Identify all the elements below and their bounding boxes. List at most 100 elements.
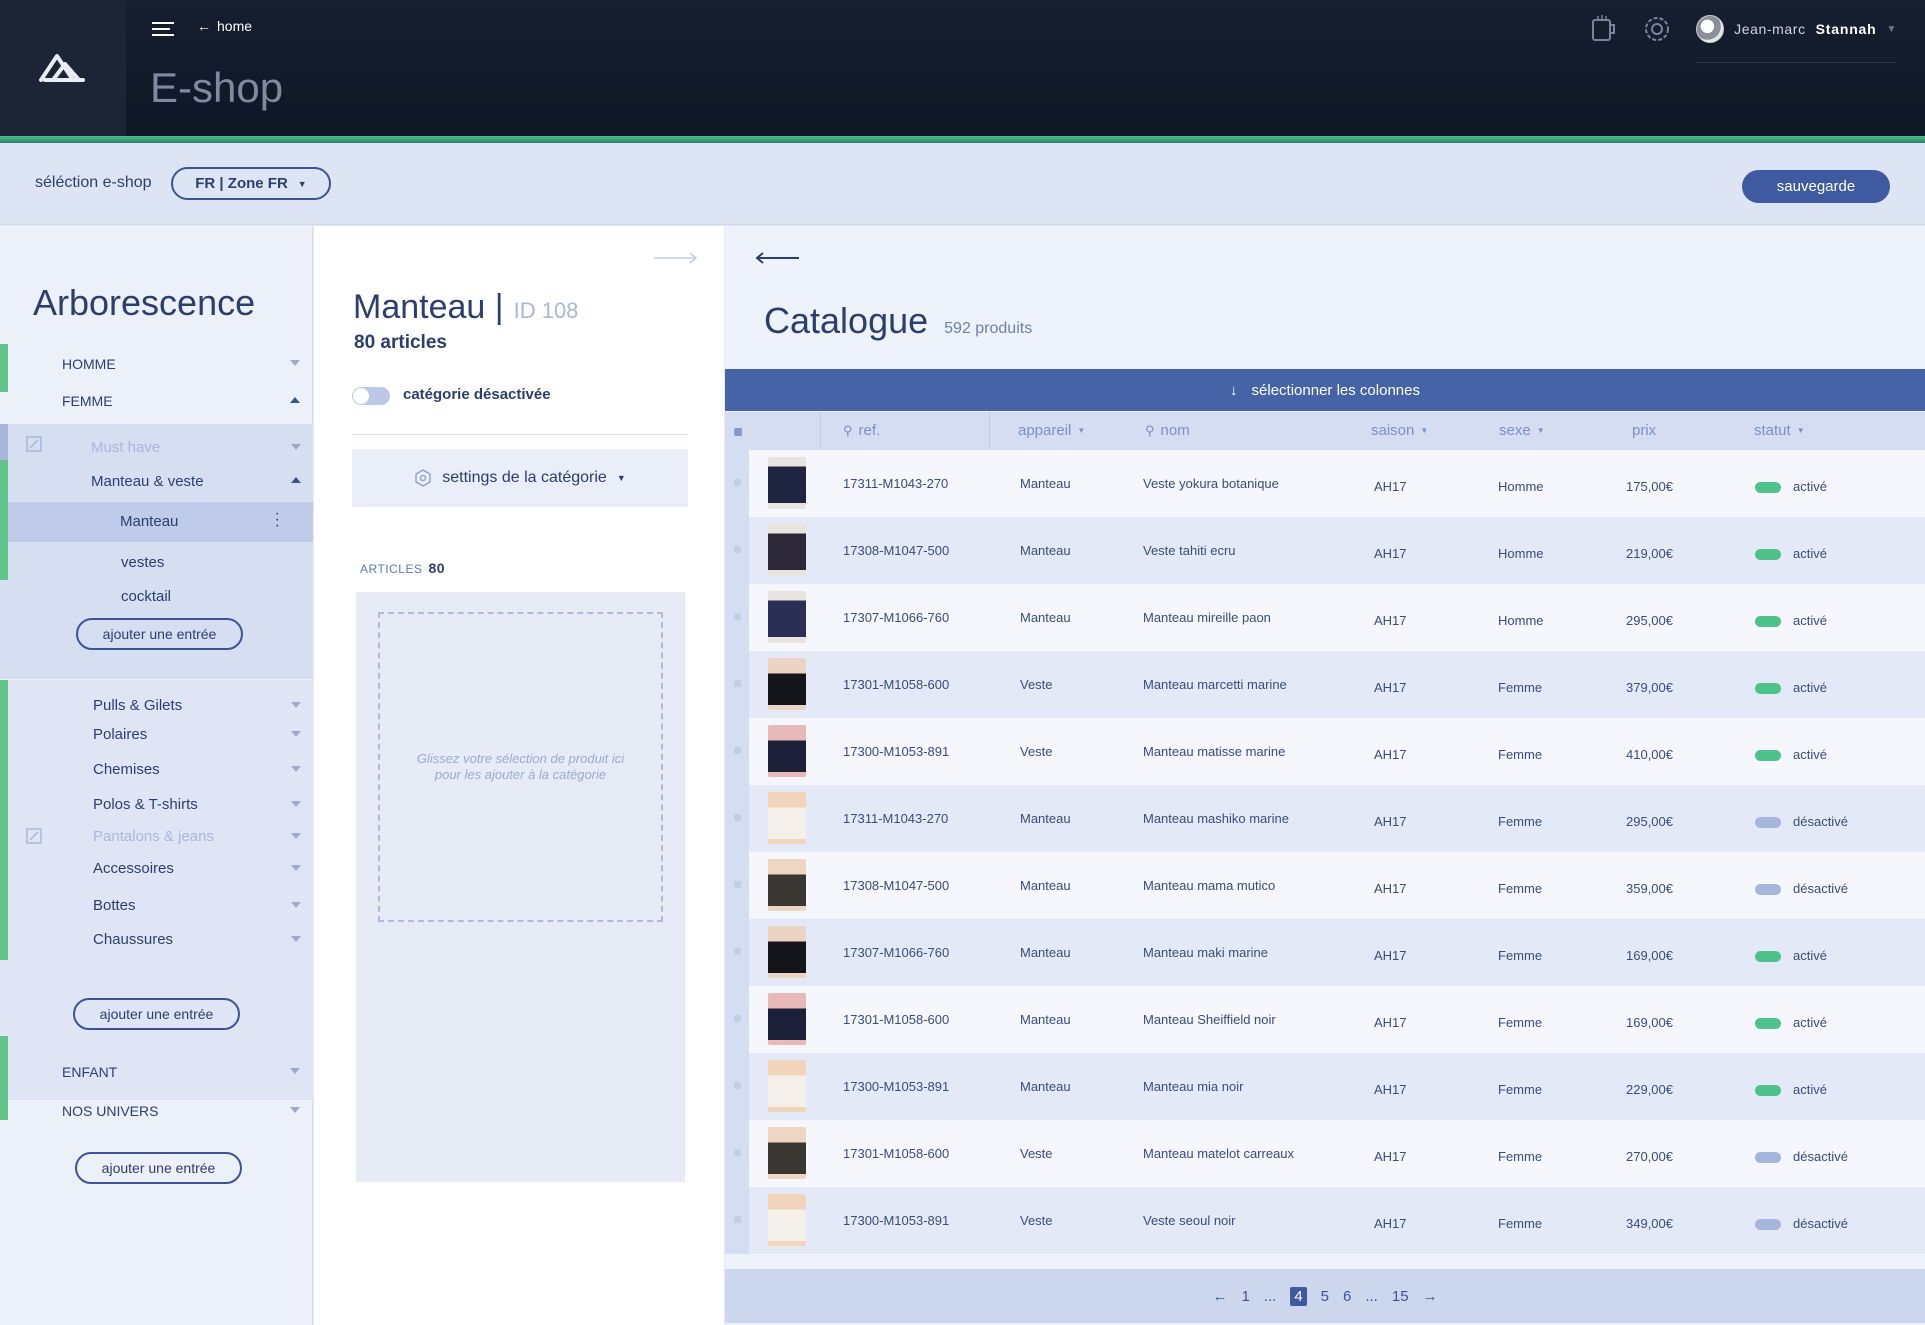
edit-icon[interactable] bbox=[26, 828, 42, 844]
table-row[interactable]: 17301-M1058-600 Veste Manteau marcetti m… bbox=[725, 651, 1925, 718]
column-saison[interactable]: saison ▼ bbox=[1371, 422, 1428, 439]
tree-item-must-have[interactable]: Must have bbox=[91, 439, 160, 456]
row-checkbox[interactable] bbox=[734, 680, 741, 687]
tree-item-vestes[interactable]: vestes bbox=[121, 554, 164, 571]
save-button[interactable]: sauvegarde bbox=[1742, 170, 1890, 203]
chevron-down-icon[interactable] bbox=[290, 1068, 300, 1074]
tree-item-polos[interactable]: Polos & T-shirts bbox=[93, 796, 198, 813]
tree-item-bottes[interactable]: Bottes bbox=[93, 897, 136, 914]
column-ref[interactable]: ⚲ ref. bbox=[843, 422, 880, 439]
cell-statut[interactable]: activé bbox=[1755, 546, 1827, 561]
status-toggle[interactable] bbox=[1755, 1018, 1781, 1030]
tree-item-pulls[interactable]: Pulls & Gilets bbox=[93, 697, 182, 714]
row-checkbox[interactable] bbox=[734, 546, 741, 553]
table-row[interactable]: 17311-M1043-270 Manteau Veste yokura bot… bbox=[725, 450, 1925, 517]
page-link[interactable]: 5 bbox=[1321, 1288, 1329, 1305]
tree-item-homme[interactable]: HOMME bbox=[62, 356, 116, 372]
more-vertical-icon[interactable]: · · · bbox=[275, 506, 280, 534]
menu-icon[interactable] bbox=[152, 21, 174, 37]
row-checkbox[interactable] bbox=[734, 747, 741, 754]
select-columns-button[interactable]: ↓ sélectionner les colonnes bbox=[725, 369, 1925, 411]
status-toggle[interactable] bbox=[1755, 482, 1781, 494]
tree-item-accessoires[interactable]: Accessoires bbox=[93, 860, 174, 877]
status-toggle[interactable] bbox=[1755, 1219, 1781, 1231]
status-toggle[interactable] bbox=[1755, 549, 1781, 561]
shop-select[interactable]: FR | Zone FR ▼ bbox=[171, 167, 331, 200]
table-row[interactable]: 17300-M1053-891 Veste Manteau matisse ma… bbox=[725, 718, 1925, 785]
chevron-up-icon[interactable] bbox=[290, 397, 300, 403]
arrow-left-icon[interactable] bbox=[755, 252, 799, 264]
cell-statut[interactable]: désactivé bbox=[1755, 1216, 1848, 1231]
status-toggle[interactable] bbox=[1755, 683, 1781, 695]
tree-item-chaussures[interactable]: Chaussures bbox=[93, 931, 173, 948]
column-sexe[interactable]: sexe ▼ bbox=[1499, 422, 1545, 439]
column-prix[interactable]: prix bbox=[1632, 422, 1656, 439]
chevron-down-icon[interactable] bbox=[291, 865, 301, 871]
table-row[interactable]: 17301-M1058-600 Veste Manteau matelot ca… bbox=[725, 1120, 1925, 1187]
status-toggle[interactable] bbox=[1755, 1152, 1781, 1164]
status-toggle[interactable] bbox=[1755, 616, 1781, 628]
product-drop-zone[interactable]: Glissez votre sélection de produit ici p… bbox=[378, 612, 663, 922]
chevron-down-icon[interactable] bbox=[290, 360, 300, 366]
status-toggle[interactable] bbox=[1755, 884, 1781, 896]
cell-statut[interactable]: activé bbox=[1755, 747, 1827, 762]
page-current[interactable]: 4 bbox=[1290, 1286, 1307, 1306]
chevron-up-icon[interactable] bbox=[291, 477, 301, 483]
chevron-down-icon[interactable] bbox=[291, 702, 301, 708]
chevron-down-icon[interactable] bbox=[291, 801, 301, 807]
tree-item-polaires[interactable]: Polaires bbox=[93, 726, 147, 743]
tree-item-manteau-veste[interactable]: Manteau & veste bbox=[91, 473, 204, 490]
status-toggle[interactable] bbox=[1755, 1085, 1781, 1097]
cell-statut[interactable]: désactivé bbox=[1755, 1149, 1848, 1164]
table-row[interactable]: 17308-M1047-500 Manteau Manteau mama mut… bbox=[725, 852, 1925, 919]
row-checkbox[interactable] bbox=[734, 814, 741, 821]
row-checkbox[interactable] bbox=[734, 1015, 741, 1022]
cell-statut[interactable]: activé bbox=[1755, 948, 1827, 963]
user-menu[interactable]: Jean-marc Stannah ▼ bbox=[1696, 15, 1897, 43]
brand-logo[interactable] bbox=[0, 0, 126, 136]
column-nom[interactable]: ⚲ nom bbox=[1145, 422, 1190, 439]
row-checkbox[interactable] bbox=[734, 613, 741, 620]
table-row[interactable]: 17308-M1047-500 Manteau Veste tahiti ecr… bbox=[725, 517, 1925, 584]
page-link[interactable]: 6 bbox=[1343, 1288, 1351, 1305]
tree-item-nos-univers[interactable]: NOS UNIVERS bbox=[62, 1103, 158, 1119]
prev-page-icon[interactable]: ← bbox=[1212, 1288, 1227, 1305]
column-appareil[interactable]: appareil ▼ bbox=[1018, 422, 1085, 439]
row-checkbox[interactable] bbox=[734, 1216, 741, 1223]
cell-statut[interactable]: activé bbox=[1755, 1082, 1827, 1097]
add-entry-button[interactable]: ajouter une entrée bbox=[75, 1152, 242, 1184]
category-toggle[interactable] bbox=[352, 387, 390, 405]
chevron-down-icon[interactable] bbox=[291, 902, 301, 908]
tree-item-cocktail[interactable]: cocktail bbox=[121, 588, 171, 605]
table-row[interactable]: 17307-M1066-760 Manteau Manteau maki mar… bbox=[725, 919, 1925, 986]
table-row[interactable]: 17311-M1043-270 Manteau Manteau mashiko … bbox=[725, 785, 1925, 852]
edit-icon[interactable] bbox=[26, 436, 42, 452]
table-row[interactable]: 17307-M1066-760 Manteau Manteau mireille… bbox=[725, 584, 1925, 651]
next-page-icon[interactable]: → bbox=[1423, 1288, 1438, 1305]
tree-item-pantalons[interactable]: Pantalons & jeans bbox=[93, 828, 214, 845]
settings-gear-icon[interactable] bbox=[1642, 14, 1672, 44]
status-toggle[interactable] bbox=[1755, 951, 1781, 963]
row-checkbox[interactable] bbox=[734, 479, 741, 486]
tree-item-manteau[interactable]: Manteau · · · bbox=[8, 502, 313, 542]
row-checkbox[interactable] bbox=[734, 1149, 741, 1156]
coffee-cup-icon[interactable] bbox=[1590, 14, 1618, 44]
cell-statut[interactable]: activé bbox=[1755, 680, 1827, 695]
cell-statut[interactable]: activé bbox=[1755, 1015, 1827, 1030]
cell-statut[interactable]: désactivé bbox=[1755, 814, 1848, 829]
cell-statut[interactable]: désactivé bbox=[1755, 881, 1848, 896]
add-entry-button[interactable]: ajouter une entrée bbox=[76, 618, 243, 650]
row-checkbox[interactable] bbox=[734, 1082, 741, 1089]
cell-statut[interactable]: activé bbox=[1755, 613, 1827, 628]
tree-item-chemises[interactable]: Chemises bbox=[93, 761, 160, 778]
chevron-down-icon[interactable] bbox=[291, 936, 301, 942]
row-checkbox[interactable] bbox=[734, 881, 741, 888]
tree-item-enfant[interactable]: ENFANT bbox=[62, 1064, 117, 1080]
home-link[interactable]: ← home bbox=[197, 18, 252, 34]
add-entry-button[interactable]: ajouter une entrée bbox=[73, 998, 240, 1030]
category-settings-button[interactable]: settings de la catégorie ▼ bbox=[352, 449, 688, 507]
row-checkbox[interactable] bbox=[734, 948, 741, 955]
column-statut[interactable]: statut ▼ bbox=[1754, 422, 1805, 439]
table-row[interactable]: 17300-M1053-891 Manteau Manteau mia noir… bbox=[725, 1053, 1925, 1120]
chevron-down-icon[interactable] bbox=[290, 1107, 300, 1113]
